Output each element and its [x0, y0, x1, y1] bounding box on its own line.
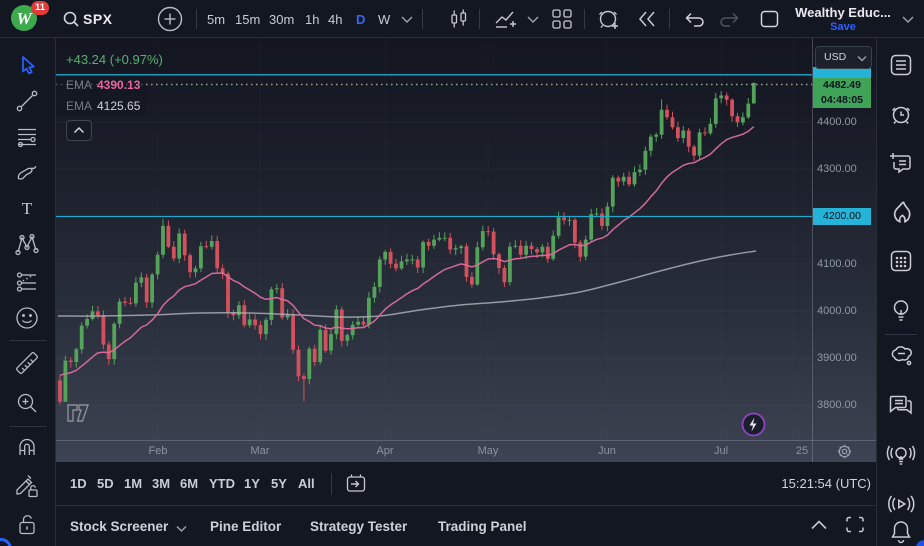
svg-text:T: T	[22, 199, 33, 218]
svg-text:W: W	[16, 9, 33, 28]
